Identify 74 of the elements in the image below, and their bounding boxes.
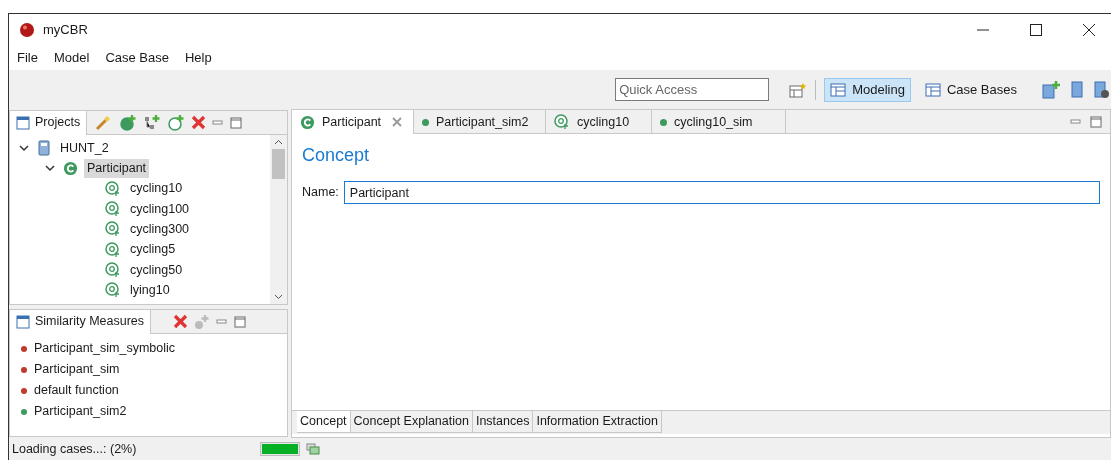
add-measure-icon — [194, 313, 211, 330]
close-icon[interactable] — [1083, 24, 1095, 36]
bottom-tab[interactable]: Concept — [297, 411, 351, 433]
window-title: myCBR — [43, 21, 89, 40]
tree-item[interactable]: cycling10 — [127, 179, 186, 199]
measure-item[interactable]: Participant_sim_symbolic — [34, 339, 176, 358]
menu-item[interactable]: Help — [184, 48, 212, 68]
scroll-up-icon[interactable] — [274, 139, 283, 145]
section-heading: Concept — [302, 144, 371, 167]
similarity-view-tab[interactable]: Similarity Measures — [10, 309, 152, 334]
chevron-icon[interactable] — [45, 163, 55, 174]
status-text: Loading cases...: (2%) — [12, 440, 138, 458]
editor-tab[interactable]: cycling10_sim — [652, 110, 786, 134]
quick-access-field[interactable]: Quick Access — [615, 78, 770, 101]
bottom-tab[interactable]: Concept Explanation — [350, 411, 473, 433]
menu-item[interactable]: Case Base — [105, 48, 169, 68]
projects-view-tab[interactable]: Projects — [10, 110, 88, 135]
chevron-icon[interactable] — [19, 143, 29, 154]
maximize-icon[interactable] — [234, 315, 247, 328]
maximize-icon[interactable] — [230, 116, 243, 129]
windows-icon[interactable] — [306, 443, 320, 455]
delete-icon[interactable] — [173, 314, 189, 329]
tree-item[interactable]: Participant — [84, 159, 150, 178]
close-tab-icon[interactable] — [392, 117, 403, 127]
concept-icon — [63, 160, 78, 176]
name-label: Name: — [302, 184, 339, 202]
add-hierarchy-icon[interactable] — [143, 114, 162, 131]
minimize-icon[interactable] — [1070, 116, 1082, 127]
scroll-down-icon[interactable] — [274, 294, 283, 300]
concept-icon — [300, 114, 315, 130]
view-icon — [16, 115, 30, 130]
maximize-icon[interactable] — [1090, 115, 1102, 128]
measure-item[interactable]: default function — [34, 381, 119, 400]
case-base-icon[interactable] — [1069, 79, 1085, 100]
book-icon — [37, 140, 51, 157]
editor-tab[interactable]: Participant — [292, 110, 414, 134]
perspective-button[interactable]: Case Bases — [918, 77, 1023, 102]
measure-item[interactable]: Participant_sim — [34, 360, 120, 379]
minimize-icon[interactable] — [216, 316, 229, 327]
tree-item[interactable]: cycling5 — [127, 240, 179, 259]
menu-item[interactable]: File — [17, 48, 38, 68]
tree-item[interactable]: HUNT_2 — [57, 138, 112, 158]
editor-tab[interactable]: cycling10 — [546, 110, 652, 134]
measure-item[interactable]: Participant_sim2 — [34, 402, 127, 421]
name-field[interactable]: Participant — [343, 181, 1100, 204]
add-case-base-icon[interactable] — [1041, 79, 1061, 100]
open-perspective-icon[interactable] — [789, 81, 808, 98]
table-layout-icon — [924, 82, 941, 97]
perspective-button[interactable]: Modeling — [824, 77, 911, 102]
attribute-icon — [105, 201, 121, 218]
attribute-icon — [105, 241, 121, 258]
bottom-tab[interactable]: Instances — [472, 411, 534, 433]
minimize-icon[interactable] — [212, 117, 225, 128]
tree-item[interactable]: cycling300 — [127, 219, 193, 239]
add-attribute-icon[interactable] — [167, 114, 186, 131]
tree-item[interactable]: cycling100 — [127, 199, 193, 219]
editor-tab[interactable]: Participant_sim2 — [414, 110, 546, 134]
app-logo-icon — [19, 22, 35, 38]
table-layout-icon — [830, 82, 847, 97]
attribute-icon — [105, 221, 121, 238]
tree-item[interactable]: lying10 — [127, 280, 173, 300]
add-concept-icon[interactable] — [119, 114, 138, 131]
attribute-icon — [554, 114, 570, 130]
bottom-tab[interactable]: Information Extraction — [533, 411, 663, 433]
attribute-icon — [105, 261, 121, 278]
tree-item[interactable]: cycling50 — [127, 260, 186, 280]
maximize-window-icon[interactable] — [1030, 24, 1042, 36]
attribute-icon — [105, 282, 121, 299]
menu-item[interactable]: Model — [53, 48, 90, 68]
delete-icon[interactable] — [191, 115, 207, 130]
case-base-clock-icon[interactable] — [1093, 79, 1109, 100]
scrollbar-thumb[interactable] — [272, 149, 285, 179]
view-icon — [16, 314, 30, 329]
attribute-icon — [105, 180, 121, 197]
